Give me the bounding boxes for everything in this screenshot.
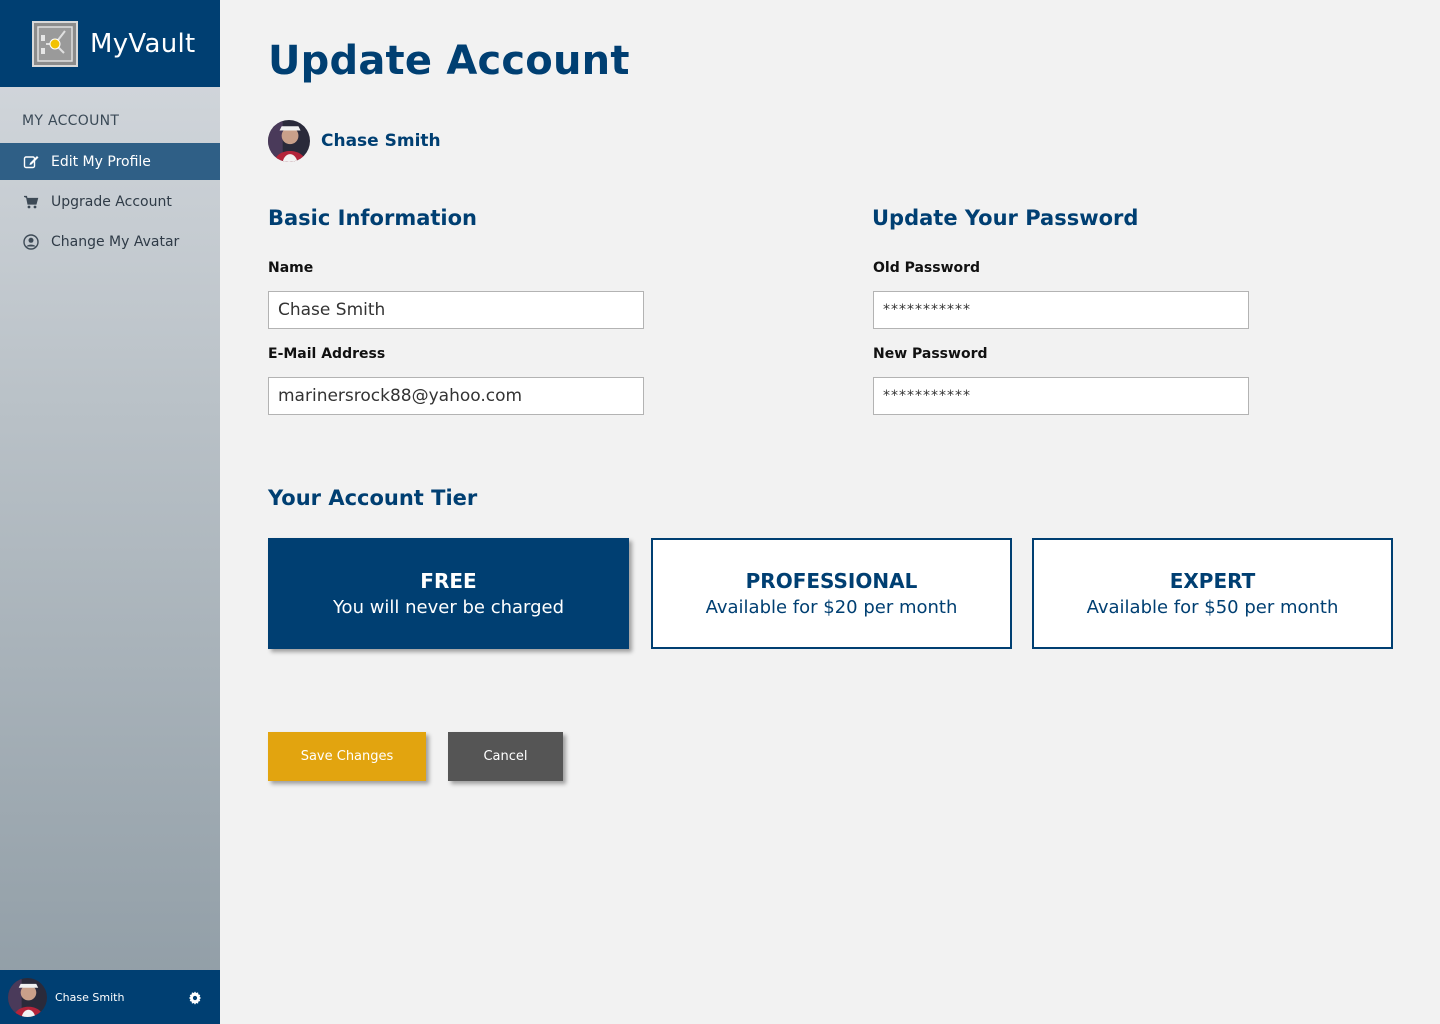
cart-icon (22, 194, 40, 210)
app-name: MyVault (90, 28, 196, 59)
sidebar-item-label: Edit My Profile (51, 153, 151, 170)
name-label: Name (268, 260, 314, 276)
gear-icon[interactable] (188, 990, 202, 1005)
avatar[interactable] (8, 977, 47, 1017)
password-heading: Update Your Password (872, 206, 1139, 230)
vault-logo-icon (32, 20, 78, 67)
sidebar-user-bar[interactable]: Chase Smith (0, 970, 220, 1024)
old-password-field[interactable] (873, 291, 1249, 329)
old-password-label: Old Password (873, 260, 981, 276)
sidebar-item-label: Upgrade Account (51, 193, 172, 210)
sidebar: MyVault MY ACCOUNT Edit My Profile Upgra… (0, 0, 220, 1024)
tier-expert-option[interactable]: EXPERT Available for $50 per month (1032, 538, 1393, 649)
tier-description: Available for $50 per month (1086, 597, 1339, 618)
tier-description: Available for $20 per month (705, 597, 958, 618)
sidebar-item-edit-profile[interactable]: Edit My Profile (0, 143, 220, 180)
tier-name: FREE (420, 569, 477, 593)
basic-info-heading: Basic Information (268, 206, 477, 230)
brand-header[interactable]: MyVault (0, 0, 220, 87)
tier-name: EXPERT (1169, 569, 1256, 593)
tier-free-option[interactable]: FREE You will never be charged (268, 538, 629, 649)
tier-name: PROFESSIONAL (745, 569, 918, 593)
sidebar-item-upgrade-account[interactable]: Upgrade Account (0, 183, 220, 220)
tier-professional-option[interactable]: PROFESSIONAL Available for $20 per month (651, 538, 1012, 649)
page-title: Update Account (268, 38, 630, 84)
email-field[interactable] (268, 377, 644, 415)
sidebar-user-name: Chase Smith (55, 990, 125, 1004)
new-password-field[interactable] (873, 377, 1249, 415)
sidebar-item-change-avatar[interactable]: Change My Avatar (0, 223, 220, 260)
sidebar-section-title: MY ACCOUNT (22, 113, 120, 129)
name-field[interactable] (268, 291, 644, 329)
edit-icon (22, 154, 40, 170)
save-changes-button[interactable]: Save Changes (268, 732, 426, 781)
avatar (268, 120, 310, 162)
sidebar-item-label: Change My Avatar (51, 233, 180, 250)
new-password-label: New Password (873, 346, 988, 362)
tier-description: You will never be charged (332, 597, 565, 618)
account-tier-heading: Your Account Tier (268, 486, 478, 510)
user-circle-icon (22, 233, 40, 250)
email-label: E-Mail Address (268, 346, 386, 362)
cancel-button[interactable]: Cancel (448, 732, 563, 781)
profile-name: Chase Smith (321, 131, 441, 151)
profile-header: Chase Smith (268, 120, 441, 162)
